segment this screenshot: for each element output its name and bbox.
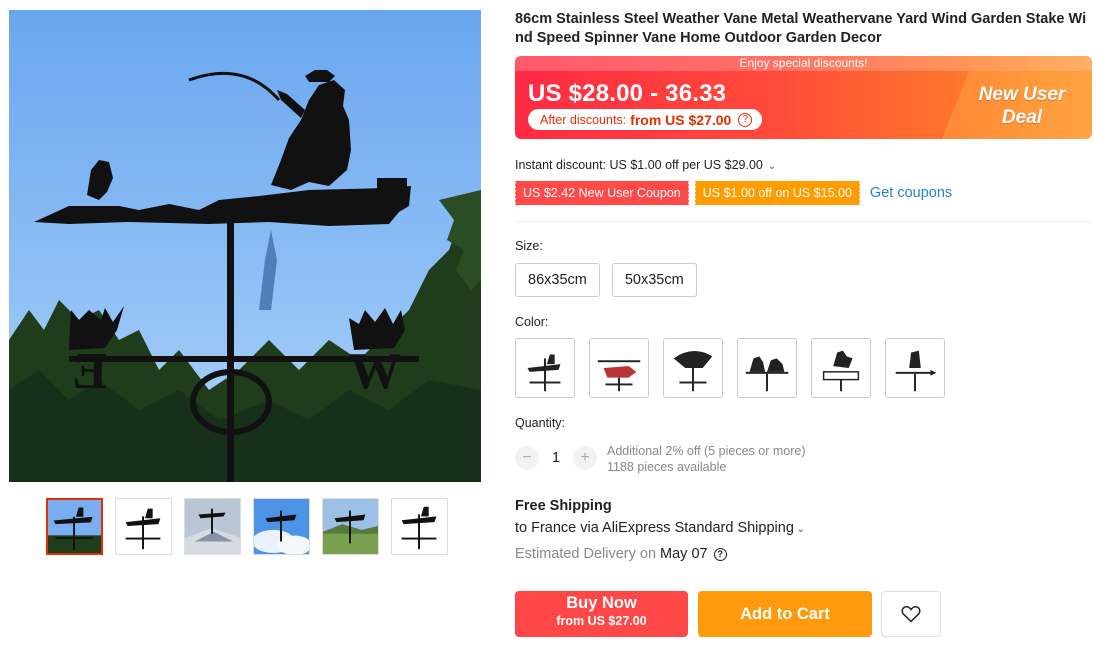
thumbnail-strip [46,498,448,555]
price-range: US $28.00 - 36.33 [528,80,727,107]
estimated-delivery-label: Estimated Delivery on [515,546,657,562]
color-option-dog-and-cat[interactable] [737,338,797,398]
size-option-86x35[interactable]: 86x35cm [515,263,600,297]
quantity-label: Quantity: [515,416,566,430]
price-banner: Enjoy special discounts! US $28.00 - 36.… [515,56,1092,139]
main-product-image[interactable]: E W [9,10,481,482]
color-options [515,338,945,398]
enjoy-discounts-text: Enjoy special discounts! [515,56,1092,71]
after-discount-label: After discounts: [540,112,627,127]
decrease-quantity-button[interactable]: − [515,446,539,470]
thumbnail-1[interactable] [46,498,103,555]
help-icon[interactable]: ? [738,112,753,127]
shipping-destination-text: to France via AliExpress Standard Shippi… [515,520,794,536]
svg-text:W: W [349,343,401,400]
delivery-date: May 07 [660,546,708,562]
buy-now-button[interactable]: Buy Now from US $27.00 [515,591,688,637]
product-title: 86cm Stainless Steel Weather Vane Metal … [515,11,1087,46]
instant-discount-text: Instant discount: US $1.00 off per US $2… [515,158,763,172]
after-discount-price: from US $27.00 [630,111,732,128]
instant-discount[interactable]: Instant discount: US $1.00 off per US $2… [515,158,776,172]
buy-now-label: Buy Now [566,594,637,612]
estimated-delivery: Estimated Delivery on May 07 ? [515,546,727,562]
letter-e: E [72,343,107,400]
color-option-rooster[interactable] [811,338,871,398]
bulk-discount-text: Additional 2% off (5 pieces or more) [607,444,806,458]
color-option-helicopter[interactable] [589,338,649,398]
increase-quantity-button[interactable]: + [573,446,597,470]
quantity-note: Additional 2% off (5 pieces or more) 118… [607,443,805,475]
thumbnail-4[interactable] [253,498,310,555]
size-option-50x35[interactable]: 50x35cm [611,263,697,297]
thumbnail-2[interactable] [115,498,172,555]
chevron-down-icon: ⌄ [764,161,777,172]
add-to-cart-button[interactable]: Add to Cart [698,591,872,637]
shipping-destination[interactable]: to France via AliExpress Standard Shippi… [515,520,805,536]
help-icon[interactable]: ? [713,547,727,561]
color-option-fisherman[interactable] [515,338,575,398]
divider [515,221,1091,222]
stock-available-text: 1188 pieces available [607,460,727,474]
buy-now-price: from US $27.00 [556,614,647,628]
chevron-down-icon: ⌄ [793,524,806,535]
size-label: Size: [515,239,543,253]
color-option-bigfoot[interactable] [885,338,945,398]
quantity-value[interactable]: 1 [539,450,573,466]
thumbnail-6[interactable] [391,498,448,555]
wishlist-button[interactable] [881,591,941,637]
heart-icon [901,606,921,623]
thumbnail-3[interactable] [184,498,241,555]
get-coupons-link[interactable]: Get coupons [870,185,952,201]
coupon-row: US $2.42 New User Coupon US $1.00 off on… [514,181,952,205]
shipping-title: Free Shipping [515,498,612,514]
quantity-stepper: − 1 + [515,446,597,470]
coupon-store[interactable]: US $1.00 off on US $15.00 [693,181,860,205]
new-user-deal-badge: New User Deal [978,84,1066,128]
size-options: 86x35cm 50x35cm [515,263,697,297]
color-option-eagle[interactable] [663,338,723,398]
after-discount-pill: After discounts: from US $27.00 ? [528,109,763,130]
thumbnail-5[interactable] [322,498,379,555]
coupon-new-user[interactable]: US $2.42 New User Coupon [514,181,689,205]
color-label: Color: [515,315,549,329]
